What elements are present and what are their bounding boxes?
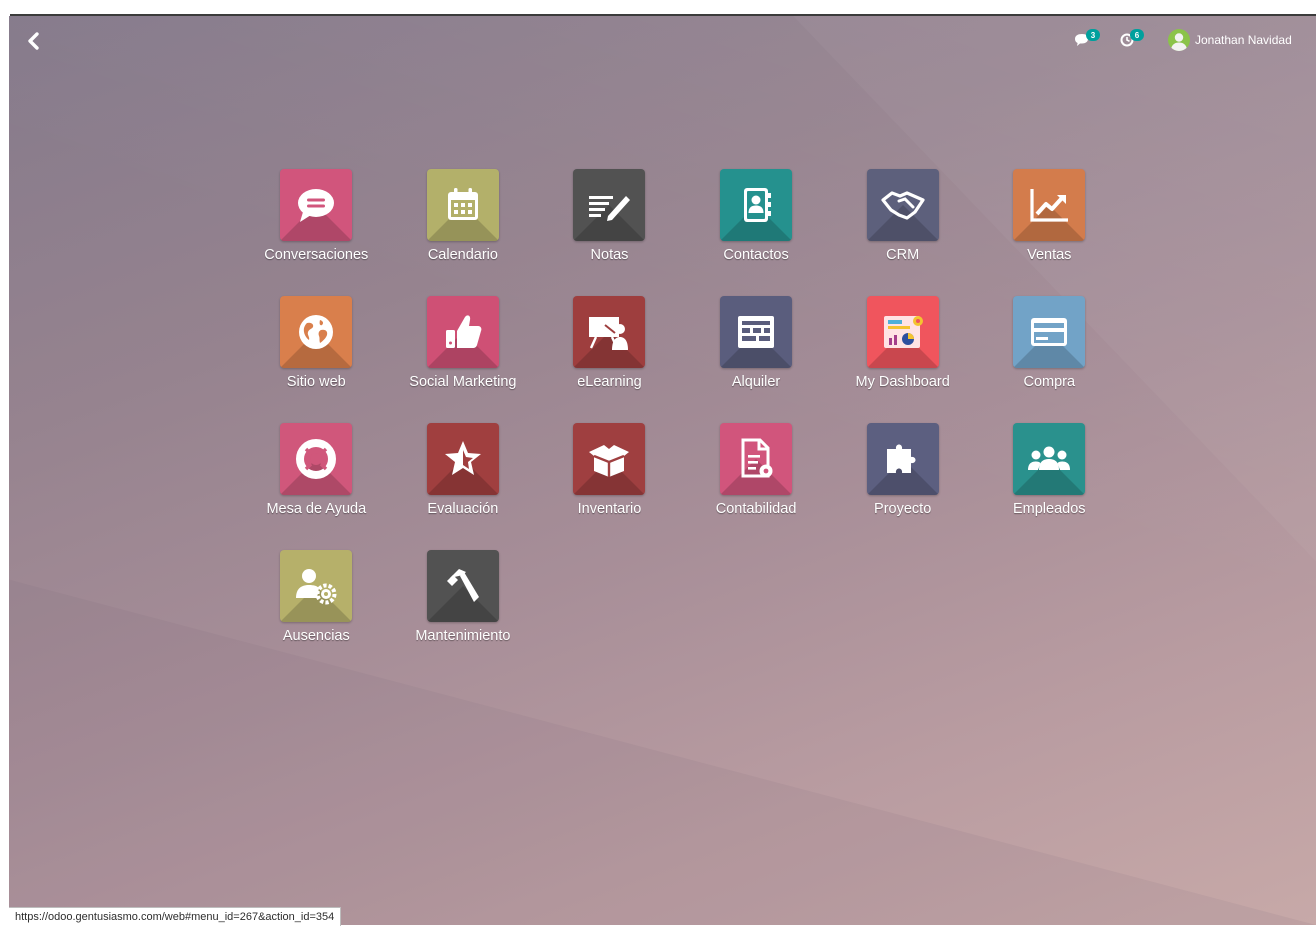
thumbs-up-icon (445, 315, 482, 348)
app-mantenimiento[interactable]: Mantenimiento (390, 550, 537, 677)
app-sitio-web[interactable]: Sitio web (243, 296, 390, 423)
user-name: Jonathan Navidad (1195, 33, 1292, 47)
app-empleados[interactable]: Empleados (976, 423, 1123, 550)
status-bar-url: https://odoo.gentusiasmo.com/web#menu_id… (9, 907, 342, 926)
presentation-icon (589, 317, 629, 350)
app-icon-contactos (720, 169, 793, 241)
app-icon-evaluacion (426, 423, 499, 495)
notes-icon (589, 196, 631, 221)
box-icon (589, 445, 630, 477)
messages-menu[interactable]: 3 (1074, 29, 1104, 47)
user-menu[interactable]: Jonathan Navidad (1168, 29, 1292, 51)
app-contactos[interactable]: Contactos (683, 169, 830, 296)
address-book-icon (744, 188, 772, 222)
app-label: eLearning (577, 374, 642, 390)
app-icon-proyecto (866, 423, 939, 495)
app-icon-crm (866, 169, 939, 241)
app-social-marketing[interactable]: Social Marketing (390, 296, 537, 423)
app-icon-my-dashboard (866, 296, 939, 368)
app-compra[interactable]: Compra (976, 296, 1123, 423)
document-gear-icon (741, 438, 773, 478)
app-label: Evaluación (427, 501, 499, 517)
activities-menu[interactable]: 6 (1120, 29, 1150, 47)
home-menu: 3 6 Jonathan Navidad Conversaciones Cale… (9, 16, 1316, 925)
app-ausencias[interactable]: Ausencias (243, 550, 390, 677)
app-label: Calendario (427, 247, 498, 263)
app-icon-mesa-de-ayuda (280, 423, 353, 495)
app-conversaciones[interactable]: Conversaciones (243, 169, 390, 296)
app-elearning[interactable]: eLearning (536, 296, 683, 423)
chevron-left-icon (28, 32, 39, 50)
puzzle-icon (886, 444, 916, 473)
app-label: Ventas (1027, 247, 1072, 263)
app-icon-ausencias (280, 550, 353, 622)
chat-bubble-icon (298, 189, 335, 222)
app-label: Compra (1023, 374, 1076, 390)
app-label: Contactos (723, 247, 789, 263)
user-avatar-icon (1171, 33, 1187, 51)
app-mesa-de-ayuda[interactable]: Mesa de Ayuda (243, 423, 390, 550)
handshake-icon (881, 191, 925, 220)
credit-card-icon (1031, 318, 1068, 346)
apps-grid: Conversaciones Calendario Notas Contacto… (243, 169, 1123, 677)
avatar (1168, 29, 1190, 51)
app-icon-mantenimiento (426, 550, 499, 622)
hammer-icon (446, 569, 479, 602)
app-icon-alquiler (720, 296, 793, 368)
app-my-dashboard[interactable]: My Dashboard (829, 296, 976, 423)
app-icon-contabilidad (720, 423, 793, 495)
app-alquiler[interactable]: Alquiler (683, 296, 830, 423)
star-icon (444, 441, 481, 475)
app-ventas[interactable]: Ventas (976, 169, 1123, 296)
app-label: Social Marketing (409, 374, 517, 390)
app-label: Sitio web (286, 374, 346, 390)
app-label: Inventario (577, 501, 642, 517)
window-top-edge (0, 0, 1316, 16)
app-crm[interactable]: CRM (829, 169, 976, 296)
back-button[interactable] (23, 30, 45, 52)
app-icon-sitio-web (280, 296, 353, 368)
app-icon-calendario (426, 169, 499, 241)
app-icon-social-marketing (426, 296, 499, 368)
app-label: Ausencias (282, 628, 350, 644)
users-icon (1028, 446, 1071, 470)
app-label: Proyecto (874, 501, 932, 517)
globe-icon (299, 315, 334, 349)
sales-chart-icon (1030, 189, 1069, 222)
app-label: Conversaciones (264, 247, 369, 263)
app-icon-conversaciones (280, 169, 353, 241)
app-icon-empleados (1013, 423, 1086, 495)
app-icon-compra (1013, 296, 1086, 368)
systray: 3 6 Jonathan Navidad (1074, 26, 1292, 54)
app-icon-inventario (573, 423, 646, 495)
app-label: Mantenimiento (415, 628, 511, 644)
calendar-icon (447, 188, 478, 220)
lifebuoy-icon (296, 439, 337, 479)
app-label: CRM (886, 247, 920, 263)
app-label: Empleados (1012, 501, 1086, 517)
app-notas[interactable]: Notas (536, 169, 683, 296)
rental-grid-icon (738, 316, 775, 348)
app-icon-ventas (1013, 169, 1086, 241)
app-icon-notas (573, 169, 646, 241)
app-icon-elearning (573, 296, 646, 368)
left-edge (0, 15, 9, 925)
app-inventario[interactable]: Inventario (536, 423, 683, 550)
messages-count-badge: 3 (1086, 29, 1100, 41)
app-label: Alquiler (731, 374, 781, 390)
app-calendario[interactable]: Calendario (390, 169, 537, 296)
app-evaluacion[interactable]: Evaluación (390, 423, 537, 550)
app-label: Mesa de Ayuda (266, 501, 367, 517)
app-proyecto[interactable]: Proyecto (829, 423, 976, 550)
app-label: Notas (590, 247, 629, 263)
user-gear-icon (296, 569, 337, 605)
app-contabilidad[interactable]: Contabilidad (683, 423, 830, 550)
dashboard-icon (883, 316, 923, 348)
app-label: My Dashboard (855, 374, 950, 390)
app-label: Contabilidad (715, 501, 797, 517)
activities-count-badge: 6 (1130, 29, 1144, 41)
